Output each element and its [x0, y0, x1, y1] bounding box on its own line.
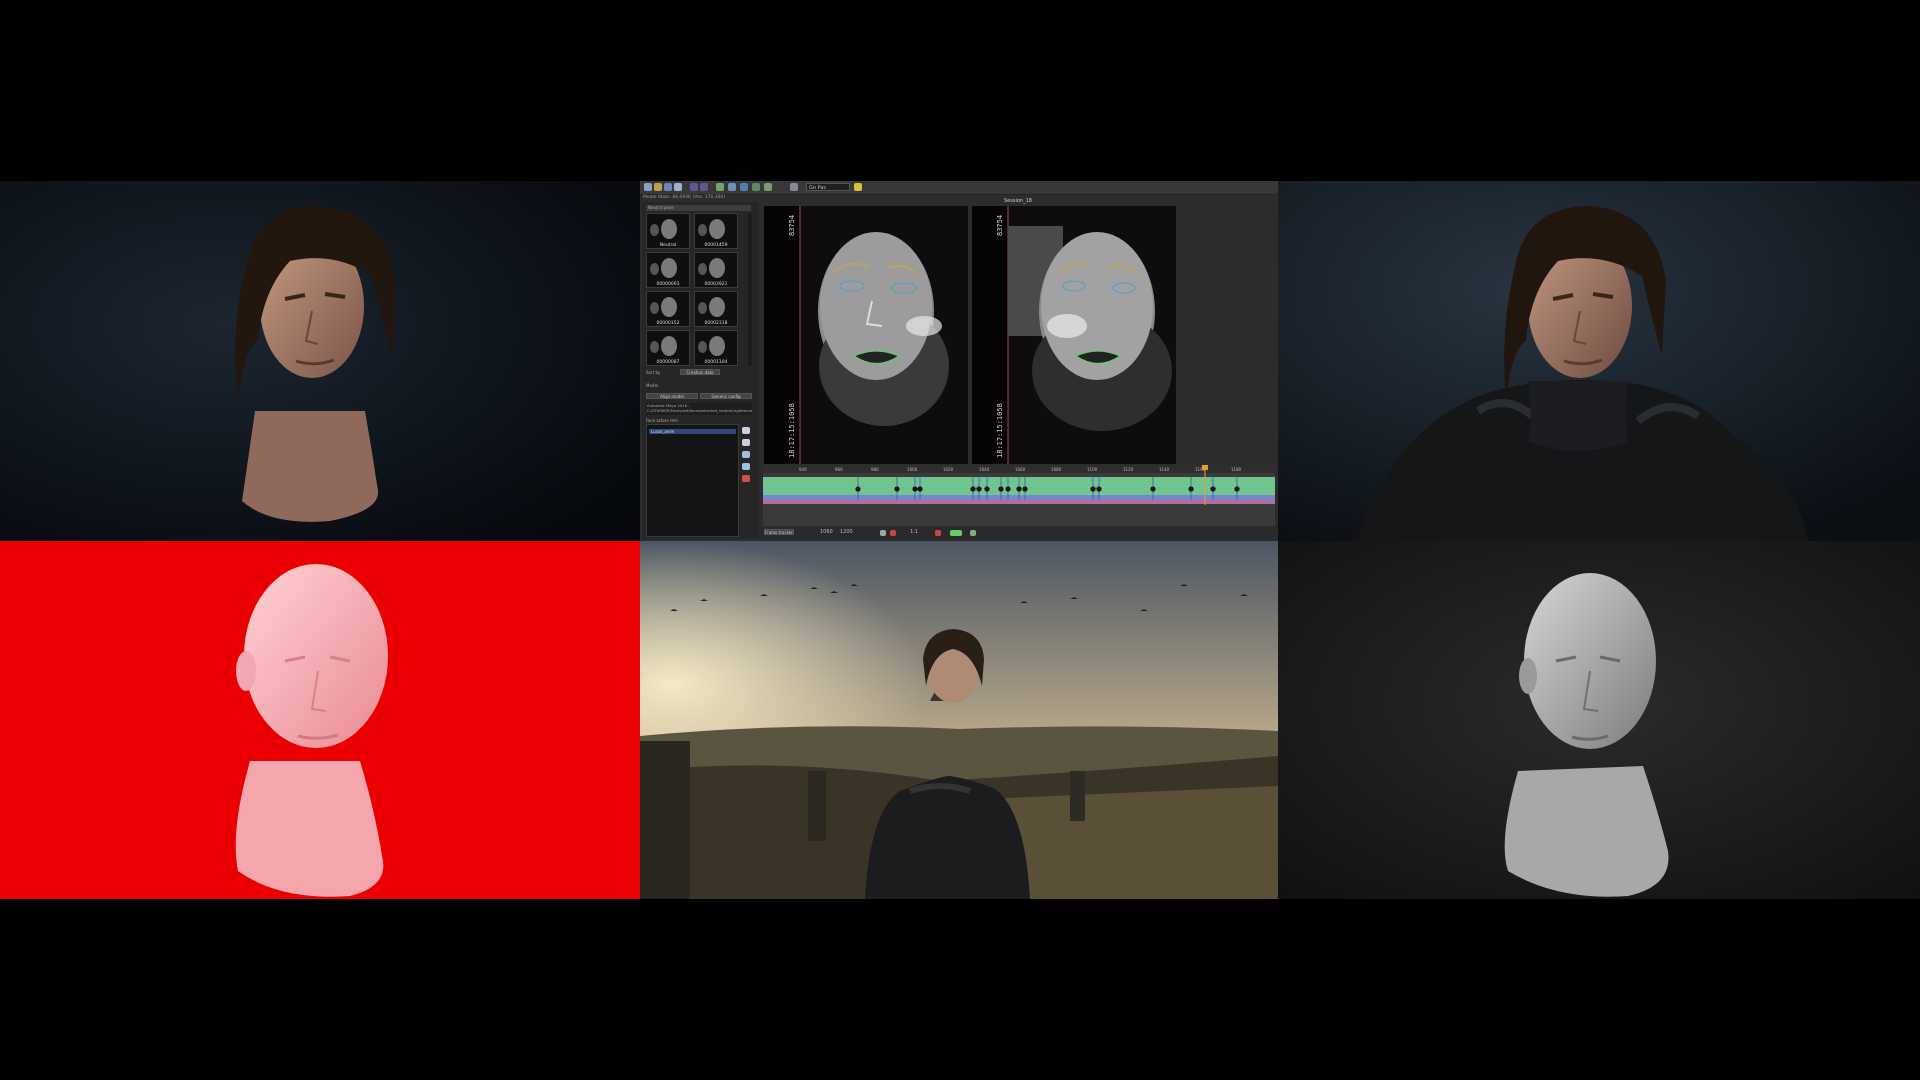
generic-config-button[interactable]: Generic config	[700, 393, 752, 399]
rewind-icon[interactable]	[935, 530, 941, 536]
ruler-tick: 1080	[1051, 467, 1062, 472]
render-final-character-panel	[1278, 181, 1920, 541]
pose-thumbnail[interactable]: 00000087	[646, 330, 690, 366]
delete-icon[interactable]	[742, 475, 750, 482]
main-toolbar: Go Pas	[640, 181, 1278, 195]
mode-dropdown[interactable]: Frame tracker	[764, 529, 794, 535]
ruler-tick: 1100	[1087, 467, 1098, 472]
play-icon[interactable]	[880, 530, 886, 536]
pose-thumbnail[interactable]: 00000152	[646, 291, 690, 327]
fit-icon[interactable]	[950, 530, 962, 536]
timecode-top: 83754	[788, 214, 796, 236]
render-sculpt-grey-panel	[1278, 541, 1920, 899]
edit-icon[interactable]	[742, 439, 750, 446]
link-icon[interactable]	[742, 463, 750, 470]
playback-bar: Frame tracker 1060 1200 1:1	[760, 526, 1278, 541]
frame-counter: 1:1	[910, 529, 919, 535]
ruler-tick: 960	[835, 467, 843, 472]
render-textured-head-panel	[0, 181, 640, 541]
keyframe-timeline[interactable]: 940 960 980 1000 1020 1040 1060 1080 110…	[763, 465, 1275, 529]
sort-label: Sort by	[646, 370, 661, 375]
add-icon[interactable]	[742, 427, 750, 434]
camera-viewer-left[interactable]: 83754 18:17:15:1058	[764, 206, 968, 464]
camera-viewer-right[interactable]: 83754 18:17:15:1058	[972, 206, 1176, 464]
current-frame[interactable]: 1060	[820, 529, 833, 535]
undo-icon[interactable]	[690, 183, 698, 191]
refresh-icon[interactable]	[742, 451, 750, 458]
loop-icon[interactable]	[970, 530, 976, 536]
end-frame[interactable]: 1200	[840, 529, 853, 535]
lightning-icon[interactable]	[854, 183, 862, 191]
sort-dropdown[interactable]: Creation date	[680, 369, 720, 375]
align-model-button[interactable]: Align model	[646, 393, 698, 399]
mode-dropdown[interactable]: Go Pas	[806, 183, 850, 191]
facial-capture-app-window: Go Pas Model Stats: 86,094K (Vtx: 170,36…	[640, 181, 1278, 541]
stop-icon[interactable]	[890, 530, 896, 536]
base-mesh-head-image	[0, 541, 640, 899]
ruler-tick: 1060	[1015, 467, 1026, 472]
model-stats: Model Stats: 86,094K (Vtx: 170,360)	[643, 195, 726, 200]
timecode-top: 83754	[996, 214, 1004, 236]
track-icon[interactable]	[674, 183, 682, 191]
textured-head-image	[0, 181, 640, 541]
retarget-icon[interactable]	[716, 183, 724, 191]
pose-thumbnail[interactable]: 00001459	[694, 213, 738, 249]
session-title: Session_18	[1004, 198, 1032, 204]
game-scene-image	[640, 541, 1278, 899]
camera-icon[interactable]	[664, 183, 672, 191]
ruler-tick: 1140	[1159, 467, 1170, 472]
model-section-label: Model	[646, 383, 659, 388]
pose-thumbnail[interactable]: 00001104	[694, 330, 738, 366]
layout-icon[interactable]	[752, 183, 760, 191]
ruler-tick: 1040	[979, 467, 990, 472]
pose-thumbnail[interactable]: Neutral	[646, 213, 690, 249]
redo-icon[interactable]	[700, 183, 708, 191]
sculpt-head-image	[1278, 541, 1920, 899]
in-game-scene-panel	[640, 541, 1278, 899]
pose-thumbnail-grid: Neutral 00001459 00000003 00003921 00000…	[646, 213, 740, 366]
final-character-image	[1278, 181, 1920, 541]
pose-thumbnail[interactable]: 00003921	[694, 252, 738, 288]
thumbnail-scrollbar[interactable]	[748, 213, 752, 366]
export-icon[interactable]	[728, 183, 736, 191]
timecode-bottom: 18:17:15:1058	[996, 403, 1004, 458]
open-icon[interactable]	[644, 183, 652, 191]
list-item[interactable]: Lucas_anim	[649, 429, 736, 434]
ruler-tick: 1000	[907, 467, 918, 472]
ruler-tick: 1180	[1231, 467, 1242, 472]
save-icon[interactable]	[654, 183, 662, 191]
actor-list[interactable]: Lucas_anim	[646, 424, 739, 537]
ruler-tick: 1120	[1123, 467, 1134, 472]
timecode-bottom: 18:17:15:1058	[788, 403, 796, 458]
ruler-tick: 940	[799, 467, 807, 472]
poses-header: Neutral pose	[646, 205, 751, 211]
settings-icon[interactable]	[764, 183, 772, 191]
view-icon[interactable]	[790, 183, 798, 191]
timeline-tracks: 940 960 980 1000 1020 1040 1060 1080 110…	[763, 465, 1275, 505]
render-base-mesh-red-panel	[0, 541, 640, 899]
ruler-tick: 1020	[943, 467, 954, 472]
pose-thumbnail[interactable]: 00000003	[646, 252, 690, 288]
ruler-tick: 980	[871, 467, 879, 472]
pose-thumbnail[interactable]: 00002318	[694, 291, 738, 327]
grid-icon[interactable]	[740, 183, 748, 191]
list-header: Face actors rem	[646, 418, 678, 423]
scene-path: Autodesk Maya 2018 - C:/STARKER/Faces/se…	[646, 403, 752, 415]
